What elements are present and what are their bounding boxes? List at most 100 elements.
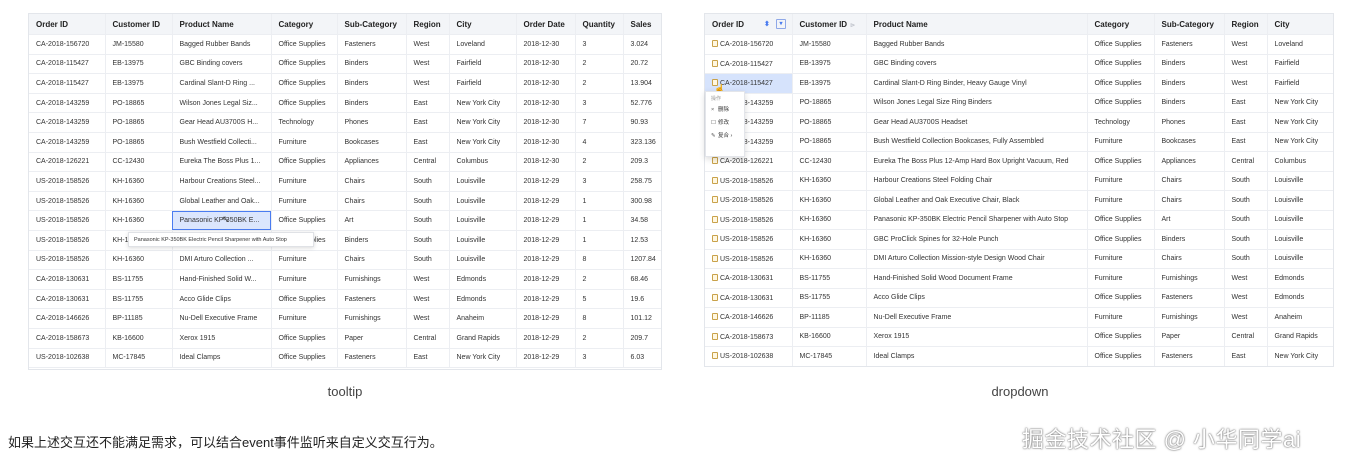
table-cell[interactable]: Louisville: [449, 250, 517, 271]
table-cell[interactable]: US-2018-102638: [705, 346, 793, 366]
table-cell[interactable]: PO-18865: [105, 132, 173, 153]
table-cell[interactable]: 2018-12-29: [516, 289, 576, 310]
table-cell[interactable]: Columbus: [1267, 151, 1333, 172]
table-cell[interactable]: Cardinal Slant-D Ring Binder, Heavy Gaug…: [866, 73, 1088, 94]
table-cell[interactable]: 300.98: [623, 191, 661, 212]
document-icon[interactable]: [712, 313, 718, 321]
pin-icon[interactable]: ⬍: [764, 20, 770, 28]
table-cell[interactable]: East: [1224, 132, 1268, 152]
table-cell[interactable]: Louisville: [1267, 171, 1333, 191]
table-cell[interactable]: 12.53: [623, 230, 661, 251]
table-cell[interactable]: Hand-Finished Solid W...: [172, 269, 272, 290]
table-cell[interactable]: 209.3: [623, 152, 661, 173]
table-cell[interactable]: 68.46: [623, 269, 661, 290]
table-cell[interactable]: CA-2018-115427: [705, 54, 793, 74]
table-cell[interactable]: Louisville: [1267, 229, 1333, 250]
table-cell[interactable]: Furniture: [1087, 190, 1155, 211]
table-cell[interactable]: Paper: [1154, 327, 1225, 347]
table-cell[interactable]: West: [1224, 268, 1268, 289]
table-cell[interactable]: Furniture: [271, 191, 338, 212]
table-cell[interactable]: 2018-12-29: [516, 230, 576, 251]
table-cell[interactable]: Furniture: [1087, 132, 1155, 152]
table-cell[interactable]: Binders: [337, 54, 407, 75]
table-cell[interactable]: Wilson Jones Legal Siz...: [172, 93, 272, 114]
table-cell[interactable]: Bagged Rubber Bands: [866, 34, 1088, 55]
table-cell[interactable]: Bookcases: [1154, 132, 1225, 152]
table-cell[interactable]: Office Supplies: [271, 152, 338, 173]
table-cell[interactable]: West: [1224, 73, 1268, 94]
table-cell[interactable]: Fairfield: [1267, 73, 1333, 94]
table-cell[interactable]: CC-12430: [792, 151, 867, 172]
table-cell[interactable]: 8: [575, 308, 624, 329]
table-cell[interactable]: Chairs: [337, 171, 407, 192]
table-cell[interactable]: Louisville: [1267, 210, 1333, 230]
table-cell[interactable]: Edmonds: [1267, 288, 1333, 308]
table-cell[interactable]: Gear Head AU3700S H...: [172, 112, 272, 133]
table-cell[interactable]: Office Supplies: [1087, 229, 1155, 250]
table-cell[interactable]: Louisville: [449, 230, 517, 251]
table-cell[interactable]: Office Supplies: [1087, 93, 1155, 113]
table-cell[interactable]: Art: [1154, 210, 1225, 230]
table-cell[interactable]: US-2018-158526: [29, 230, 106, 251]
table-cell[interactable]: West: [1224, 288, 1268, 308]
table-cell[interactable]: 52.776: [623, 93, 661, 114]
table-cell[interactable]: South: [1224, 190, 1268, 211]
table-cell[interactable]: Chairs: [337, 250, 407, 271]
table-cell[interactable]: Binders: [337, 230, 407, 251]
filter-icon[interactable]: ▾: [776, 19, 786, 29]
table-cell[interactable]: PO-18865: [792, 93, 867, 113]
table-cell[interactable]: South: [406, 171, 450, 192]
table-cell[interactable]: CA-2018-146626: [29, 308, 106, 329]
table-cell[interactable]: Office Supplies: [271, 34, 338, 55]
table-cell[interactable]: MC-17845: [792, 346, 867, 366]
table-cell[interactable]: Bagged Rubber Bands: [172, 34, 272, 55]
table-cell[interactable]: New York City: [1267, 93, 1333, 113]
table-cell[interactable]: US-2018-158526: [705, 229, 793, 250]
table-cell[interactable]: 8: [575, 250, 624, 271]
table-cell[interactable]: West: [406, 269, 450, 290]
table-cell[interactable]: Office Supplies: [271, 93, 338, 114]
table-cell[interactable]: Office Supplies: [1087, 34, 1155, 55]
table-cell[interactable]: 323.136: [623, 132, 661, 153]
table-cell[interactable]: Grand Rapids: [1267, 327, 1333, 347]
table-cell[interactable]: Global Leather and Oak...: [172, 191, 272, 212]
table-cell[interactable]: 1: [575, 230, 624, 251]
left-column-header[interactable]: Order Date: [516, 14, 576, 35]
table-cell[interactable]: Fasteners: [1154, 34, 1225, 55]
table-cell[interactable]: Xerox 1915: [866, 327, 1088, 347]
table-cell[interactable]: Ideal Clamps: [866, 346, 1088, 366]
table-cell[interactable]: South: [406, 230, 450, 251]
left-column-header[interactable]: Customer ID: [105, 14, 173, 35]
table-cell[interactable]: Eureka The Boss Plus 12-Amp Hard Box Upr…: [866, 151, 1088, 172]
table-cell[interactable]: BP-11185: [792, 307, 867, 328]
table-cell[interactable]: Fairfield: [449, 54, 517, 75]
table-cell[interactable]: 2: [575, 73, 624, 94]
table-cell[interactable]: MC-17845: [105, 348, 173, 369]
table-cell[interactable]: Furniture: [1087, 249, 1155, 269]
document-icon[interactable]: [712, 157, 718, 165]
table-cell[interactable]: Technology: [271, 112, 338, 133]
right-column-header[interactable]: Customer ID ⊳: [792, 14, 867, 35]
table-cell[interactable]: Office Supplies: [271, 54, 338, 75]
table-cell[interactable]: 5: [575, 289, 624, 310]
table-cell[interactable]: GBC ProClick Spines for 32-Hole Punch: [866, 229, 1088, 250]
table-cell[interactable]: 101.12: [623, 308, 661, 329]
table-cell[interactable]: 6.03: [623, 348, 661, 369]
table-cell[interactable]: Office Supplies: [271, 210, 338, 231]
right-column-header[interactable]: Order ID ⬍ ▾: [705, 14, 793, 35]
table-cell[interactable]: Appliances: [337, 152, 407, 173]
table-cell[interactable]: Furniture: [1087, 171, 1155, 191]
table-cell[interactable]: Furniture: [271, 308, 338, 329]
table-cell[interactable]: Office Supplies: [271, 73, 338, 94]
table-cell[interactable]: West: [406, 73, 450, 94]
table-cell[interactable]: Gear Head AU3700S Headset: [866, 112, 1088, 133]
table-cell[interactable]: Furnishings: [1154, 268, 1225, 289]
table-cell[interactable]: Fairfield: [1267, 54, 1333, 74]
table-cell[interactable]: CA-2018-126221: [29, 152, 106, 173]
table-cell[interactable]: GBC Binding covers: [866, 54, 1088, 74]
table-cell[interactable]: PO-18865: [792, 112, 867, 133]
table-cell[interactable]: Edmonds: [1267, 268, 1333, 289]
right-column-header[interactable]: Sub-Category: [1154, 14, 1225, 35]
table-cell[interactable]: 2018-12-29: [516, 171, 576, 192]
table-cell[interactable]: 209.7: [623, 328, 661, 349]
